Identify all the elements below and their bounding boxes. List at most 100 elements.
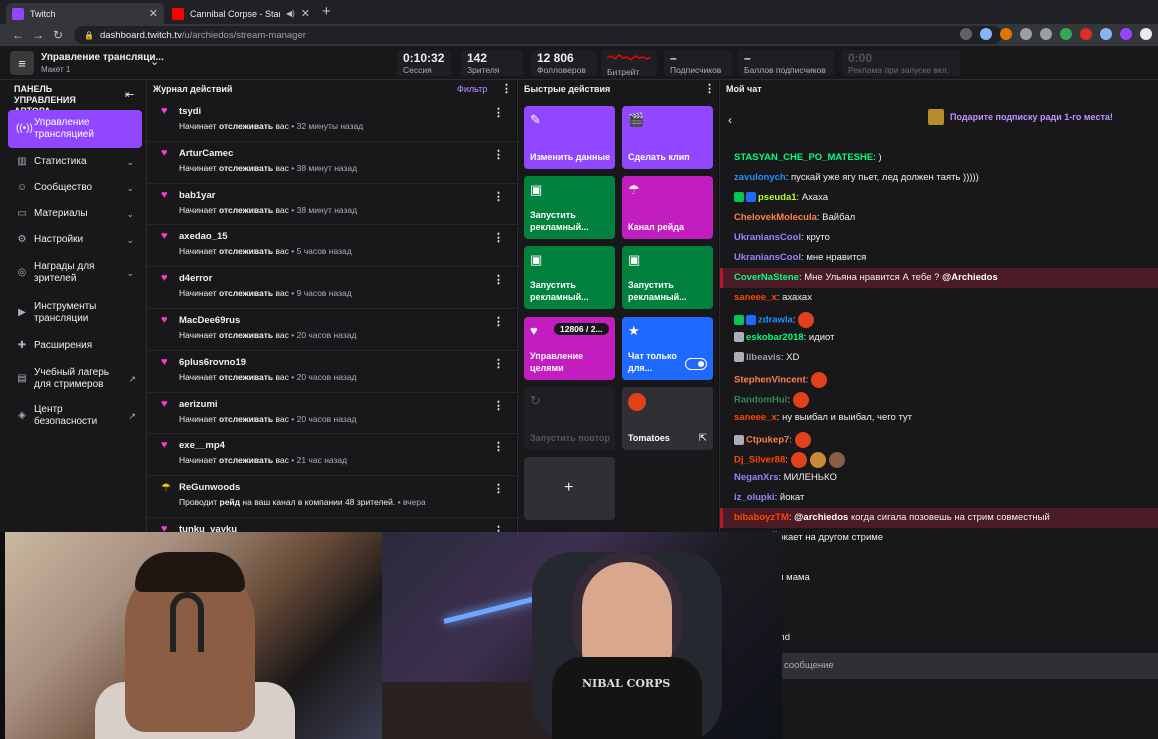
event-username[interactable]: d4error — [179, 273, 212, 284]
run-ad-button[interactable]: ▣ Запустить рекламный... — [524, 246, 615, 309]
more-options-icon[interactable]: ⋮ — [493, 231, 504, 244]
sidebar-item-viewer-rewards[interactable]: ◎ Награды для зрителей ⌄ — [8, 258, 142, 288]
sidebar-item-creator-camp[interactable]: ▤ Учебный лагерь для стримеров ↗ — [8, 364, 142, 394]
chevron-down-icon: ⌄ — [126, 268, 134, 278]
run-ad-button[interactable]: ▣ Запустить рекламный... — [524, 176, 615, 239]
sidebar-item-safety-center[interactable]: ◈ Центр безопасности ↗ — [8, 404, 142, 428]
sidebar-item-analytics[interactable]: ▥ Статистика ⌄ — [8, 152, 142, 172]
chat-username[interactable]: Dj_Silver88 — [734, 455, 785, 466]
chat-username[interactable]: saneee_x — [734, 412, 777, 423]
share-icon[interactable] — [960, 28, 972, 40]
more-options-icon[interactable]: ⋮ — [493, 440, 504, 453]
forward-icon[interactable]: → — [28, 28, 48, 42]
followers-only-chat-toggle[interactable]: ★ Чат только для... — [622, 317, 713, 380]
chat-username[interactable]: NeganXrs — [734, 472, 778, 483]
extension-icon[interactable] — [1040, 28, 1052, 40]
chat-username[interactable]: Ilbeavis — [746, 352, 781, 363]
chat-username[interactable]: Ctpukep7 — [746, 435, 789, 446]
chat-username[interactable]: UkraniansCool — [734, 232, 801, 243]
event-username[interactable]: aerizumi — [179, 399, 218, 410]
chat-username[interactable]: ChelovekMolecula — [734, 212, 817, 223]
chevron-down-icon[interactable]: ⌄ — [150, 55, 159, 68]
chat-username[interactable]: bibaboyzTM — [734, 512, 789, 523]
menu-icon[interactable]: ≡ — [10, 51, 34, 75]
run-rerun-button: ↻ Запустить повтор — [524, 387, 615, 450]
more-options-icon[interactable]: ⋮ — [493, 399, 504, 412]
sidebar-item-stream-manager[interactable]: ((•)) Управление трансляцией — [8, 110, 142, 148]
event-username[interactable]: ReGunwoods — [179, 482, 240, 493]
chat-mention: @Archiedos — [942, 272, 998, 283]
sidebar-item-community[interactable]: ☺ Сообщество ⌄ — [8, 178, 142, 198]
raid-channel-button[interactable]: ☂ Канал рейда — [622, 176, 713, 239]
extension-icon[interactable] — [1080, 28, 1092, 40]
extension-icon[interactable] — [1000, 28, 1012, 40]
browser-tab-twitch[interactable]: Twitch ✕ — [6, 3, 164, 24]
url-field[interactable]: 🔒 dashboard.twitch.tv/u/archiedos/stream… — [74, 26, 1002, 44]
manage-goals-button[interactable]: ♥ 12806 / 2... Управление целями — [524, 317, 615, 380]
event-username[interactable]: tsydi — [179, 106, 201, 117]
activity-feed-list: ♥ tsydi Начинает отслеживать вас • 32 мину… — [147, 100, 517, 560]
gift-sub-banner[interactable]: Подарите подписку ради 1-го места! — [928, 109, 1113, 125]
chevron-left-icon[interactable]: ‹ — [728, 113, 732, 127]
new-tab-button[interactable]: + — [322, 3, 331, 20]
sidebar-item-content[interactable]: ▭ Материалы ⌄ — [8, 204, 142, 224]
people-icon: ☺ — [16, 182, 28, 193]
event-username[interactable]: axedao_15 — [179, 231, 228, 242]
close-tab-icon[interactable]: ✕ — [149, 7, 158, 20]
extension-icon[interactable] — [1100, 28, 1112, 40]
reload-icon[interactable]: ↻ — [48, 28, 68, 42]
create-clip-button[interactable]: 🎬 Сделать клип — [622, 106, 713, 169]
chat-username[interactable]: UkraniansCool — [734, 252, 801, 263]
more-options-icon[interactable]: ⋮ — [704, 82, 715, 95]
chat-username[interactable]: zavulonych — [734, 172, 786, 183]
tomatoes-extension-button[interactable]: Tomatoes ⇱ — [622, 387, 713, 450]
chat-username[interactable]: CoverNaStene — [734, 272, 799, 283]
browser-tab-youtube[interactable]: Cannibal Corpse - Staring Th ◀) ✕ — [166, 3, 316, 24]
stat-ad-preroll: 0:00 Реклама при запуске вкл. — [842, 50, 960, 76]
chat-text: : Мне Ульяна нравится А тебе ? — [798, 272, 940, 283]
event-username[interactable]: 6plus6rovno19 — [179, 357, 246, 368]
edit-stream-info-button[interactable]: ✎ Изменить данные — [524, 106, 615, 169]
sidebar-item-extensions[interactable]: ✚ Расширения — [8, 336, 142, 356]
chat-input[interactable]: сообщение — [782, 653, 1158, 679]
chat-message: ker: — [720, 588, 1158, 608]
extension-icon[interactable] — [1120, 28, 1132, 40]
more-options-icon[interactable]: ⋮ — [493, 190, 504, 203]
more-options-icon[interactable]: ⋮ — [493, 482, 504, 495]
event-username[interactable]: MacDee69rus — [179, 315, 240, 326]
event-username[interactable]: ArturCamec — [179, 148, 233, 159]
chat-username[interactable]: saneee_x — [734, 292, 777, 303]
chat-username[interactable]: pseuda1 — [758, 192, 797, 203]
sidebar-item-stream-tools[interactable]: ▶ Инструменты трансляции — [8, 298, 142, 328]
bookmark-star-icon[interactable] — [980, 28, 992, 40]
add-quick-action-button[interactable]: + — [524, 457, 615, 520]
collapse-sidebar-icon[interactable]: ⇤ — [125, 88, 134, 101]
chat-text: : круто — [801, 232, 830, 243]
event-username[interactable]: exe__mp4 — [179, 440, 225, 451]
more-options-icon[interactable]: ⋮ — [493, 273, 504, 286]
more-options-icon[interactable]: ⋮ — [493, 315, 504, 328]
activity-event: ♥ bab1yar Начинает отслеживать вас • 38 ми… — [147, 184, 517, 226]
more-options-icon[interactable]: ⋮ — [493, 148, 504, 161]
close-tab-icon[interactable]: ✕ — [301, 7, 310, 20]
event-username[interactable]: bab1yar — [179, 190, 215, 201]
extension-icon[interactable] — [1060, 28, 1072, 40]
chat-username[interactable]: STASYAN_CHE_PO_MATESHE — [734, 152, 873, 163]
more-options-icon[interactable]: ⋮ — [501, 82, 512, 95]
toggle-switch[interactable] — [685, 358, 707, 370]
more-options-icon[interactable]: ⋮ — [493, 106, 504, 119]
run-ad-button[interactable]: ▣ Запустить рекламный... — [622, 246, 713, 309]
puzzle-icon[interactable] — [1140, 28, 1152, 40]
more-options-icon[interactable]: ⋮ — [493, 357, 504, 370]
headphones-icon — [170, 592, 204, 652]
extension-icon[interactable] — [1020, 28, 1032, 40]
chat-username[interactable]: zdrawla — [758, 315, 793, 326]
chat-username[interactable]: RandomHui — [734, 395, 787, 406]
filter-button[interactable]: Фильтр — [457, 84, 487, 94]
mute-tab-icon[interactable]: ◀) — [286, 9, 295, 18]
sidebar-item-settings[interactable]: ⚙ Настройки ⌄ — [8, 230, 142, 250]
chat-username[interactable]: iz_olupki — [734, 492, 775, 503]
chat-username[interactable]: StephenVincent — [734, 375, 806, 386]
chat-username[interactable]: eskobar2018 — [746, 332, 804, 343]
back-icon[interactable]: ← — [8, 28, 28, 42]
